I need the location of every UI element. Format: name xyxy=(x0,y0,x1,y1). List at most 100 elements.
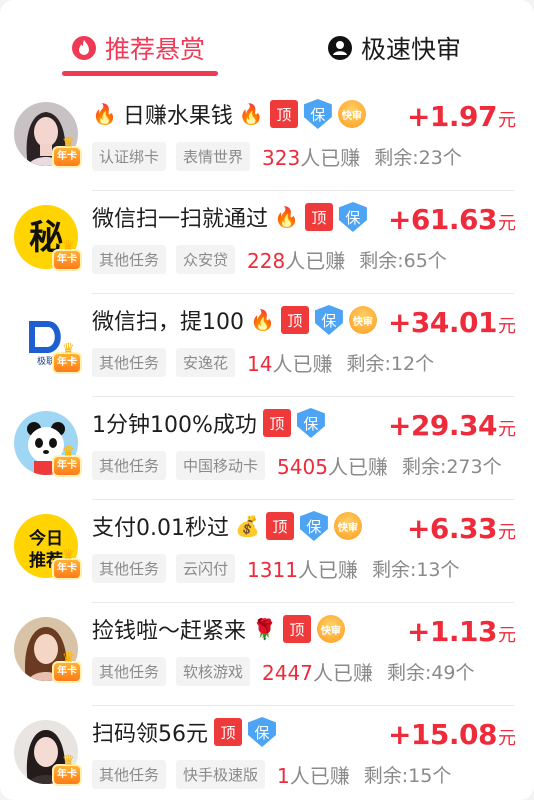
top-badge: 顶 xyxy=(214,718,242,746)
tab-label: 极速快审 xyxy=(360,35,461,64)
earned-suffix: 人已赚 xyxy=(312,661,373,685)
title-emoji-icon: 🔥 xyxy=(274,205,299,229)
task-meta: 其他任务 云闪付 1311人已赚 剩余:13个 xyxy=(92,554,460,583)
title-emoji-icon: 🔥 xyxy=(238,102,264,126)
task-title: 日赚水果钱 xyxy=(122,104,233,129)
earned-suffix: 人已赚 xyxy=(272,352,333,376)
category-tag: 其他任务 xyxy=(92,348,167,377)
top-badge: 顶 xyxy=(282,615,311,643)
svg-text:今日: 今日 xyxy=(29,528,63,549)
reward-value: +6.33 xyxy=(406,512,498,545)
earned-number: 14 xyxy=(247,352,273,376)
earned-count: 228人已赚 xyxy=(247,245,345,274)
earned-suffix: 人已赚 xyxy=(327,455,388,479)
reward-amount: +1.13 元 xyxy=(407,615,516,648)
task-title-line: 微信扫一扫就通过 🔥 顶保 xyxy=(92,201,367,233)
guarantee-badge: 保 xyxy=(314,305,343,335)
task-row[interactable]: 年卡 1分钟100%成功 顶保 +29.34 元 其他任务 中国移动卡 5405… xyxy=(0,397,534,500)
sponsor-tag: 表情世界 xyxy=(176,142,251,171)
title-emoji-icon: 🔥 xyxy=(250,308,275,332)
task-meta: 认证绑卡 表情世界 323人已赚 剩余:23个 xyxy=(92,142,462,171)
title-emoji-icon: 🌹 xyxy=(252,617,277,641)
guarantee-badge: 保 xyxy=(248,717,276,747)
reward-amount: +61.63 元 xyxy=(388,203,516,236)
category-tag: 其他任务 xyxy=(92,760,167,789)
sponsor-tag: 云闪付 xyxy=(176,554,236,583)
task-title-line: 捡钱啦～赶紧来 🌹 顶快审 xyxy=(92,613,345,645)
category-tag: 其他任务 xyxy=(92,451,167,480)
category-tag: 其他任务 xyxy=(92,657,167,686)
top-badge: 顶 xyxy=(262,409,291,437)
earned-number: 2447 xyxy=(262,661,313,685)
remaining-count: 剩余:15个 xyxy=(363,765,452,787)
task-row[interactable]: 极联 年卡 微信扫，提100 🔥 顶保快审 +34.01 元 其他任务 安逸花 … xyxy=(0,294,534,397)
sponsor-tag: 众安贷 xyxy=(176,245,236,274)
user-circle-icon xyxy=(327,35,353,61)
task-meta: 其他任务 众安贷 228人已赚 剩余:65个 xyxy=(92,245,447,274)
task-row[interactable]: 秘 年卡 微信扫一扫就通过 🔥 顶保 +61.63 元 其他任务 众安贷 228… xyxy=(0,191,534,294)
tab-label: 推荐悬赏 xyxy=(104,35,205,64)
title-emoji-icon: 💰 xyxy=(235,514,260,538)
top-badge: 顶 xyxy=(269,100,298,128)
tab-recommended[interactable]: 推荐悬赏 xyxy=(56,28,220,68)
annual-card-badge: 年卡 xyxy=(52,649,82,683)
earned-count: 1311人已赚 xyxy=(247,554,358,583)
remaining-count: 剩余:12个 xyxy=(346,353,435,375)
remaining-count: 剩余:49个 xyxy=(386,662,475,684)
reward-value: +29.34 xyxy=(387,409,498,442)
task-avatar: 极联 年卡 xyxy=(14,308,82,374)
flame-icon xyxy=(71,35,97,61)
earned-count: 5405人已赚 xyxy=(277,451,388,480)
sponsor-tag: 快手极速版 xyxy=(176,760,266,789)
task-meta: 其他任务 软核游戏 2447人已赚 剩余:49个 xyxy=(92,657,475,686)
task-row[interactable]: 年卡 🔥 日赚水果钱 🔥 顶保快审 +1.97 元 认证绑卡 表情世界 323人… xyxy=(0,88,534,191)
fast-review-badge: 快审 xyxy=(337,100,366,128)
task-row[interactable]: 年卡 捡钱啦～赶紧来 🌹 顶快审 +1.13 元 其他任务 软核游戏 2447人… xyxy=(0,603,534,706)
earned-number: 228 xyxy=(247,249,286,273)
reward-unit: 元 xyxy=(498,213,516,234)
task-list-card: 推荐悬赏 极速快审 年卡 🔥 日赚水果钱 🔥 顶保快审 +1.9 xyxy=(0,0,534,800)
fast-review-badge: 快审 xyxy=(333,512,362,540)
task-avatar: 年卡 xyxy=(14,102,82,168)
task-row[interactable]: 今日推荐 年卡 支付0.01秒过 💰 顶保快审 +6.33 元 其他任务 云闪付… xyxy=(0,500,534,603)
tab-fast-review[interactable]: 极速快审 xyxy=(312,28,476,68)
task-title-line: 支付0.01秒过 💰 顶保快审 xyxy=(92,510,362,542)
task-title: 微信扫一扫就通过 xyxy=(92,207,269,232)
task-meta: 其他任务 安逸花 14人已赚 剩余:12个 xyxy=(92,348,434,377)
task-avatar: 年卡 xyxy=(14,411,82,477)
task-title-line: 扫码领56元 顶保 xyxy=(92,716,276,748)
reward-value: +34.01 xyxy=(387,306,498,339)
annual-card-badge: 年卡 xyxy=(52,237,82,271)
earned-count: 14人已赚 xyxy=(247,348,332,377)
remaining-count: 剩余:65个 xyxy=(359,250,447,272)
task-avatar: 年卡 xyxy=(14,617,82,683)
tab-active-indicator xyxy=(62,71,218,76)
earned-suffix: 人已赚 xyxy=(289,764,350,788)
reward-amount: +6.33 元 xyxy=(407,512,516,545)
task-title-line: 1分钟100%成功 顶保 xyxy=(92,407,325,439)
task-avatar: 秘 年卡 xyxy=(14,205,82,271)
fire-emoji-icon: 🔥 xyxy=(92,102,117,126)
guarantee-badge: 保 xyxy=(303,99,332,129)
earned-number: 1 xyxy=(277,764,290,788)
fast-review-badge: 快审 xyxy=(316,615,345,643)
top-badge: 顶 xyxy=(265,512,294,540)
reward-value: +15.08 xyxy=(387,718,498,751)
task-title: 扫码领56元 xyxy=(92,722,208,747)
remaining-count: 剩余:273个 xyxy=(401,456,502,478)
earned-suffix: 人已赚 xyxy=(300,146,361,170)
reward-unit: 元 xyxy=(498,316,516,337)
reward-unit: 元 xyxy=(498,728,516,749)
remaining-count: 剩余:13个 xyxy=(371,559,460,581)
earned-number: 5405 xyxy=(277,455,328,479)
earned-suffix: 人已赚 xyxy=(297,558,358,582)
reward-amount: +29.34 元 xyxy=(388,409,516,442)
fast-review-badge: 快审 xyxy=(348,306,377,334)
top-badge: 顶 xyxy=(280,306,309,334)
guarantee-badge: 保 xyxy=(296,408,325,438)
task-avatar: 今日推荐 年卡 xyxy=(14,514,82,580)
task-row[interactable]: 年卡 扫码领56元 顶保 +15.08 元 其他任务 快手极速版 1人已赚 剩余… xyxy=(0,706,534,800)
annual-card-badge: 年卡 xyxy=(52,443,82,477)
earned-number: 323 xyxy=(262,146,301,170)
task-avatar: 年卡 xyxy=(14,720,82,786)
